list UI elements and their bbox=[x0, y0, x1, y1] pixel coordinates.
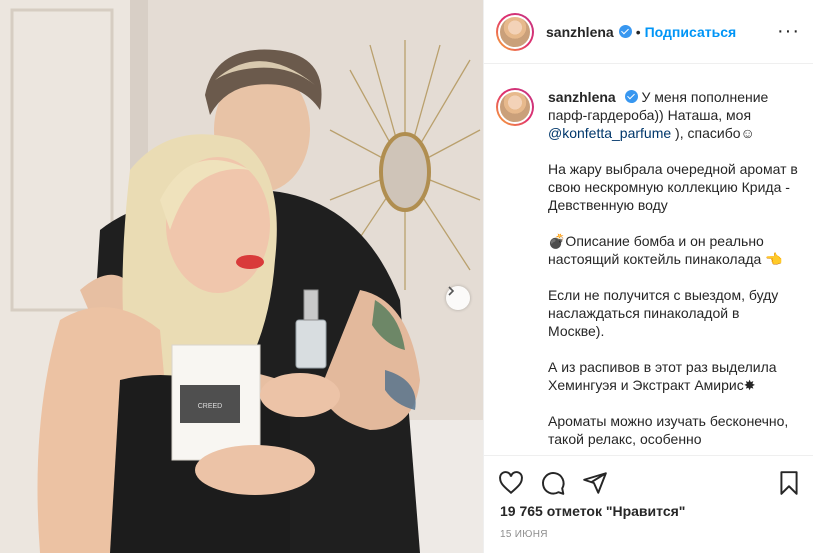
post-panel: sanzhlena • Подписаться ··· sanzhlena У … bbox=[483, 0, 813, 553]
caption-line1-tail: ), спасибо☺ bbox=[671, 125, 755, 141]
perfume-brand-text: CREED bbox=[198, 403, 223, 410]
post-photo-illustration: CREED bbox=[0, 0, 483, 553]
post-date[interactable]: 15 ИЮНЯ bbox=[500, 529, 548, 540]
header-username[interactable]: sanzhlena bbox=[546, 24, 614, 40]
caption-text: sanzhlena У меня пополнение парф-гардеро… bbox=[548, 88, 798, 455]
caption-username[interactable]: sanzhlena bbox=[548, 89, 616, 105]
caption-paragraph: Если не получится с выездом, буду наслаж… bbox=[548, 287, 779, 339]
separator-dot: • bbox=[635, 23, 641, 40]
likes-count[interactable]: 19 765 отметок "Нравится" bbox=[500, 503, 685, 519]
verified-badge-icon bbox=[618, 25, 632, 38]
post-actions: 19 765 отметок "Нравится" 15 ИЮНЯ bbox=[484, 455, 813, 553]
more-options-icon[interactable]: ··· bbox=[777, 20, 800, 43]
chevron-right-icon bbox=[448, 286, 455, 296]
comment-icon[interactable] bbox=[540, 470, 566, 496]
caption-paragraph: А из распивов в этот раз выделила Хеминг… bbox=[548, 359, 777, 393]
bookmark-icon[interactable] bbox=[776, 470, 802, 496]
heart-icon[interactable] bbox=[498, 470, 524, 496]
caption-avatar[interactable] bbox=[496, 88, 534, 126]
caption-comment: sanzhlena У меня пополнение парф-гардеро… bbox=[496, 88, 798, 455]
post-photo[interactable]: CREED bbox=[0, 0, 483, 553]
share-icon[interactable] bbox=[582, 470, 608, 496]
post-header: sanzhlena • Подписаться ··· bbox=[484, 0, 813, 64]
action-icons bbox=[498, 470, 608, 496]
comments-scroll-area[interactable]: sanzhlena У меня пополнение парф-гардеро… bbox=[484, 64, 813, 455]
avatar[interactable] bbox=[496, 12, 534, 51]
caption-paragraph: Ароматы можно изучать бесконечно, такой … bbox=[548, 413, 789, 447]
caption-paragraph: На жару выбрала очередной аромат в свою … bbox=[548, 161, 798, 213]
mention-link[interactable]: @konfetta_parfume bbox=[548, 125, 671, 141]
carousel-next-button[interactable] bbox=[446, 286, 470, 310]
verified-badge-icon bbox=[624, 90, 638, 103]
follow-button[interactable]: Подписаться bbox=[645, 24, 737, 40]
caption-paragraph: 💣Описание бомба и он реально настоящий к… bbox=[548, 233, 783, 267]
